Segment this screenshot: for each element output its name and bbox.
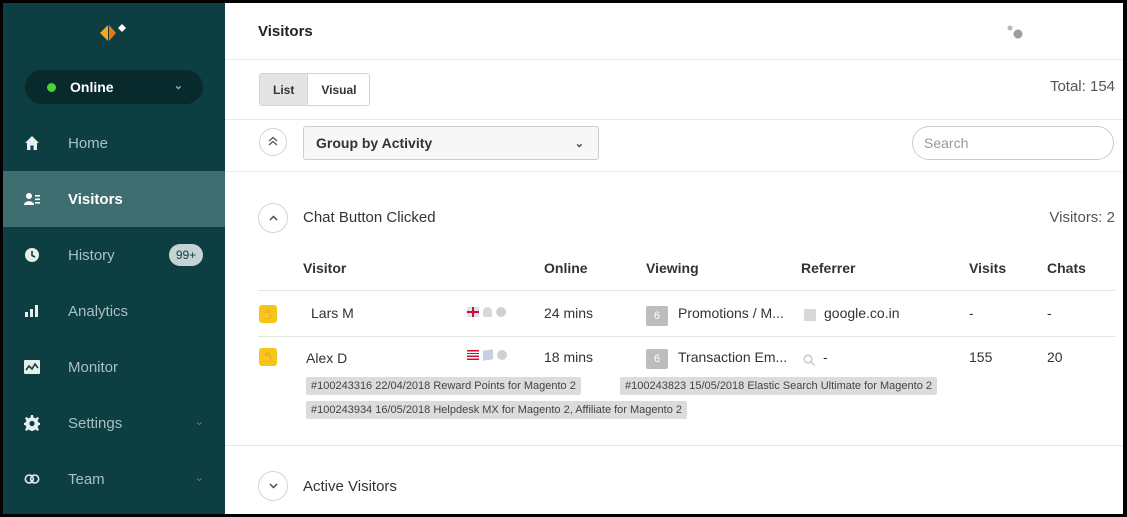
uk-flag-icon [467, 307, 479, 317]
search-input[interactable] [912, 126, 1114, 160]
sidebar-item-settings[interactable]: Settings ⌄ [3, 395, 225, 451]
column-header-viewing[interactable]: Viewing [646, 260, 699, 276]
page-count-badge: 6 [646, 306, 668, 326]
column-header-referrer[interactable]: Referrer [801, 260, 855, 276]
document-icon [804, 309, 816, 321]
sidebar-item-home[interactable]: Home [3, 115, 225, 171]
group-by-value: Group by Activity [316, 135, 433, 151]
visual-view-button[interactable]: Visual [307, 74, 370, 105]
gear-icon [24, 415, 40, 431]
chevron-double-up-icon [268, 135, 278, 149]
sidebar: Online ⌄ Home Visitors History 99+ Analy… [3, 3, 225, 514]
chevron-down-icon: ⌄ [173, 80, 183, 92]
search-icon [803, 353, 815, 366]
list-view-button[interactable]: List [260, 74, 308, 105]
divider [258, 336, 1115, 337]
page-count-badge: 6 [646, 349, 668, 369]
divider [225, 445, 1123, 446]
monitor-icon [24, 359, 40, 375]
divider [225, 59, 1123, 60]
visitor-environment [467, 307, 506, 317]
chevron-down-icon: ⌄ [574, 138, 584, 150]
column-header-chats[interactable]: Chats [1047, 260, 1086, 276]
browser-icon [497, 350, 507, 360]
visitor-environment [467, 349, 507, 361]
section-visitor-count: Visitors: 2 [1049, 209, 1115, 226]
windows-icon [483, 349, 493, 361]
hand-icon: ✋ [259, 348, 277, 366]
referrer: - [823, 349, 828, 365]
sidebar-item-label: Team [68, 470, 105, 488]
history-count-badge: 99+ [169, 244, 203, 266]
home-icon [24, 135, 40, 151]
logo-icon [100, 24, 126, 41]
app-window: Online ⌄ Home Visitors History 99+ Analy… [3, 3, 1123, 514]
online-duration: 24 mins [544, 305, 594, 321]
online-duration: 18 mins [544, 349, 594, 365]
chevron-up-icon [269, 212, 278, 224]
order-tag: #100243934 16/05/2018 Helpdesk MX for Ma… [306, 401, 687, 419]
section-title: Chat Button Clicked [303, 209, 436, 226]
section-expand-button[interactable] [258, 471, 288, 501]
online-status-dot [47, 82, 56, 92]
visitors-icon [24, 191, 40, 207]
clock-icon [24, 247, 40, 263]
visits-count: - [969, 305, 974, 321]
visits-count: 155 [969, 349, 993, 365]
team-icon [24, 471, 40, 487]
group-by-select[interactable]: Group by Activity ⌄ [303, 126, 599, 160]
us-flag-icon [467, 350, 479, 360]
loading-icon [1007, 25, 1023, 39]
collapse-all-button[interactable] [259, 128, 287, 156]
status-label: Online [70, 79, 114, 95]
sidebar-item-analytics[interactable]: Analytics [3, 283, 225, 339]
referrer[interactable]: google.co.in [824, 305, 900, 321]
sidebar-item-label: Visitors [68, 190, 123, 208]
visitor-name: Alex D [306, 350, 348, 366]
total-count: Total: 154 [1049, 78, 1115, 95]
linux-icon [483, 307, 492, 317]
sidebar-item-label: History [68, 246, 115, 264]
section-title: Active Visitors [303, 478, 397, 495]
divider [258, 290, 1115, 291]
sidebar-item-history[interactable]: History 99+ [3, 227, 225, 283]
section-collapse-button[interactable] [258, 203, 288, 233]
viewing-page[interactable]: Promotions / M... [678, 305, 784, 321]
column-header-online[interactable]: Online [544, 260, 588, 276]
visitor-name: Lars M [311, 305, 354, 321]
viewing-page[interactable]: Transaction Em... [678, 349, 787, 365]
status-dropdown[interactable]: Online ⌄ [25, 70, 203, 104]
page-title: Visitors [258, 23, 313, 40]
divider [225, 171, 1123, 172]
chats-count: 20 [1047, 349, 1063, 365]
sidebar-item-visitors[interactable]: Visitors [3, 171, 225, 227]
bar-chart-icon [24, 303, 40, 319]
sidebar-item-monitor[interactable]: Monitor [3, 339, 225, 395]
chats-count: - [1047, 305, 1052, 321]
sidebar-item-label: Home [68, 134, 109, 152]
divider [225, 119, 1123, 120]
order-tag: #100243316 22/04/2018 Reward Points for … [306, 377, 581, 395]
hand-icon: ✋ [259, 305, 277, 323]
order-tag: #100243823 15/05/2018 Elastic Search Ult… [620, 377, 937, 395]
chevron-down-icon: ⌄ [194, 472, 204, 484]
view-toggle: List Visual [259, 73, 371, 106]
sidebar-item-label: Settings [68, 414, 123, 432]
sidebar-item-label: Analytics [68, 302, 129, 320]
browser-icon [496, 307, 506, 317]
column-header-visitor[interactable]: Visitor [303, 260, 346, 276]
chevron-down-icon [269, 480, 278, 492]
sidebar-item-label: Monitor [68, 358, 119, 376]
chevron-down-icon: ⌄ [194, 416, 204, 428]
sidebar-item-team[interactable]: Team ⌄ [3, 451, 225, 507]
main-content: Visitors List Visual Total: 154 Group by… [225, 3, 1123, 514]
column-header-visits[interactable]: Visits [969, 260, 1006, 276]
